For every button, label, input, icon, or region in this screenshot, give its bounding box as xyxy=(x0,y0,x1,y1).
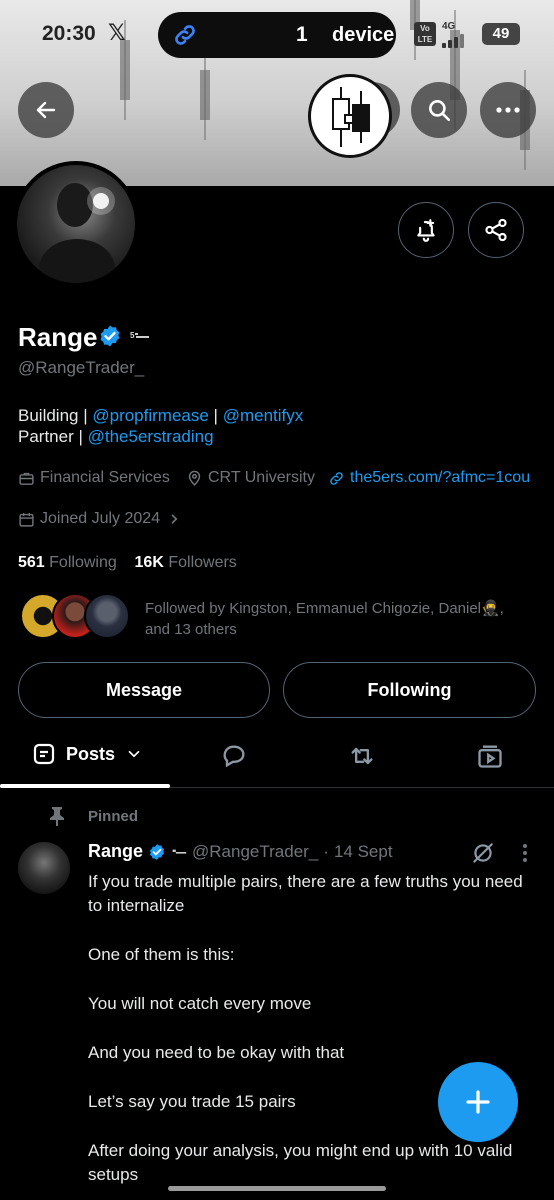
post-paragraph: After doing your analysis, you might end… xyxy=(88,1141,513,1184)
more-button[interactable] xyxy=(480,82,536,138)
profile-handle: @RangeTrader_ xyxy=(18,358,145,377)
share-icon xyxy=(485,218,507,242)
bio-separator: | xyxy=(208,406,223,425)
joined-text: Joined July 2024 xyxy=(40,510,161,527)
tab-active-indicator xyxy=(0,784,170,788)
briefcase-icon xyxy=(19,472,34,485)
following-stat[interactable]: 561 Following xyxy=(18,554,117,571)
calendar-icon xyxy=(19,512,34,527)
bio-link-propfirmease[interactable]: @propfirmease xyxy=(92,406,208,425)
profile-bio: Building | @propfirmease | @mentifyx Par… xyxy=(18,405,303,447)
followed-by-line: Followed by Kingston, Emmanuel Chigozie,… xyxy=(145,600,504,617)
compose-button[interactable] xyxy=(438,1062,518,1142)
notify-button[interactable] xyxy=(398,202,454,258)
avatar xyxy=(84,593,130,639)
tab-posts[interactable]: Posts xyxy=(32,742,143,766)
pinned-indicator: Pinned xyxy=(48,806,138,826)
category-text: Financial Services xyxy=(40,469,170,486)
tab-posts-label: Posts xyxy=(66,743,116,764)
more-vertical-icon[interactable] xyxy=(520,842,530,864)
link-icon xyxy=(330,471,343,485)
following-button[interactable]: Following xyxy=(283,662,536,718)
bio-link-mentifyx[interactable]: @mentifyx xyxy=(223,406,304,425)
svg-text:5: 5 xyxy=(130,331,135,340)
profile-category: Financial Services xyxy=(18,469,170,487)
location-text: CRT University xyxy=(208,469,315,486)
bio-text: Building | xyxy=(18,406,93,425)
message-button[interactable]: Message xyxy=(18,662,270,718)
bell-plus-icon xyxy=(417,219,435,242)
pin-icon xyxy=(50,807,64,826)
affiliate-badge-icon xyxy=(172,849,187,854)
bio-text: Partner | xyxy=(18,427,88,446)
post-paragraph: You will not catch every move xyxy=(88,994,312,1013)
profile-joined[interactable]: Joined July 2024 xyxy=(18,510,183,528)
following-count: 561 xyxy=(18,554,45,571)
post-paragraph: One of them is this: xyxy=(88,945,235,964)
profile-name: Range xyxy=(18,322,98,352)
post-paragraph: If you trade multiple pairs, there are a… xyxy=(88,872,523,915)
follow-stats: 561 Following 16K Followers xyxy=(18,554,237,572)
back-button[interactable] xyxy=(18,82,74,138)
reposts-icon[interactable] xyxy=(348,742,376,770)
followed-by-line: and 13 others xyxy=(145,621,237,638)
search-button[interactable] xyxy=(411,82,467,138)
chevron-right-icon xyxy=(171,514,178,524)
device-pill[interactable]: 1 device xyxy=(158,12,396,58)
more-icon xyxy=(496,107,520,113)
status-bar: 20:30 𝕏 1 device Vo LTE 4G 49 xyxy=(0,0,554,64)
profile-website[interactable]: the5ers.com/?afmc=1cou xyxy=(328,469,530,487)
network-type: 4G xyxy=(442,21,456,32)
volte-icon: Vo LTE xyxy=(414,22,436,46)
profile-tabs: Posts xyxy=(0,730,554,788)
post-author-avatar[interactable] xyxy=(18,842,70,894)
post-author-handle: @RangeTrader_ xyxy=(192,841,319,861)
pinned-label: Pinned xyxy=(88,807,139,825)
followers-count: 16K xyxy=(134,554,164,571)
status-time: 20:30 xyxy=(42,22,96,45)
verified-icon[interactable] xyxy=(98,324,122,348)
chevron-down-icon xyxy=(128,750,140,758)
post-separator: · xyxy=(323,841,329,861)
followed-by-text[interactable]: Followed by Kingston, Emmanuel Chigozie,… xyxy=(145,598,545,640)
posts-icon xyxy=(33,743,55,765)
followers-label: Followers xyxy=(168,554,237,571)
search-icon xyxy=(429,100,451,122)
home-indicator[interactable] xyxy=(168,1186,386,1191)
link-chain-icon xyxy=(175,25,195,45)
replies-icon[interactable] xyxy=(220,742,248,770)
x-logo-icon: 𝕏 xyxy=(108,20,126,45)
grok-icon[interactable] xyxy=(470,840,496,866)
system-icons: Vo LTE 4G 49 xyxy=(414,21,544,48)
post-date[interactable]: 14 Sept xyxy=(334,842,393,862)
profile-location: CRT University xyxy=(186,469,315,487)
back-arrow-icon xyxy=(36,101,56,119)
device-label: device xyxy=(332,24,395,46)
followed-by-avatars[interactable] xyxy=(20,593,132,641)
battery-icon: 49 xyxy=(482,23,520,45)
verified-icon xyxy=(149,843,165,860)
media-icon[interactable] xyxy=(476,742,504,770)
post-author-name[interactable]: Range xyxy=(88,841,143,862)
location-icon xyxy=(188,470,201,486)
share-button[interactable] xyxy=(468,202,524,258)
profile-avatar[interactable] xyxy=(13,161,139,287)
affiliate-badge-icon[interactable]: 5 xyxy=(130,330,150,342)
device-count: 1 xyxy=(296,23,308,46)
post-header: Range @RangeTrader_ · 14 Sept xyxy=(88,841,393,862)
candlestick-badge-icon xyxy=(308,74,392,158)
signal-icon xyxy=(442,32,486,48)
followers-stat[interactable]: 16K Followers xyxy=(135,554,237,571)
plus-icon xyxy=(466,1090,490,1114)
following-label: Following xyxy=(49,554,117,571)
website-link[interactable]: the5ers.com/?afmc=1cou xyxy=(350,469,530,487)
bio-link-the5erstrading[interactable]: @the5erstrading xyxy=(88,427,214,446)
post-body[interactable]: If you trade multiple pairs, there are a… xyxy=(88,870,528,1200)
post-paragraph: And you need to be okay with that xyxy=(88,1043,345,1062)
